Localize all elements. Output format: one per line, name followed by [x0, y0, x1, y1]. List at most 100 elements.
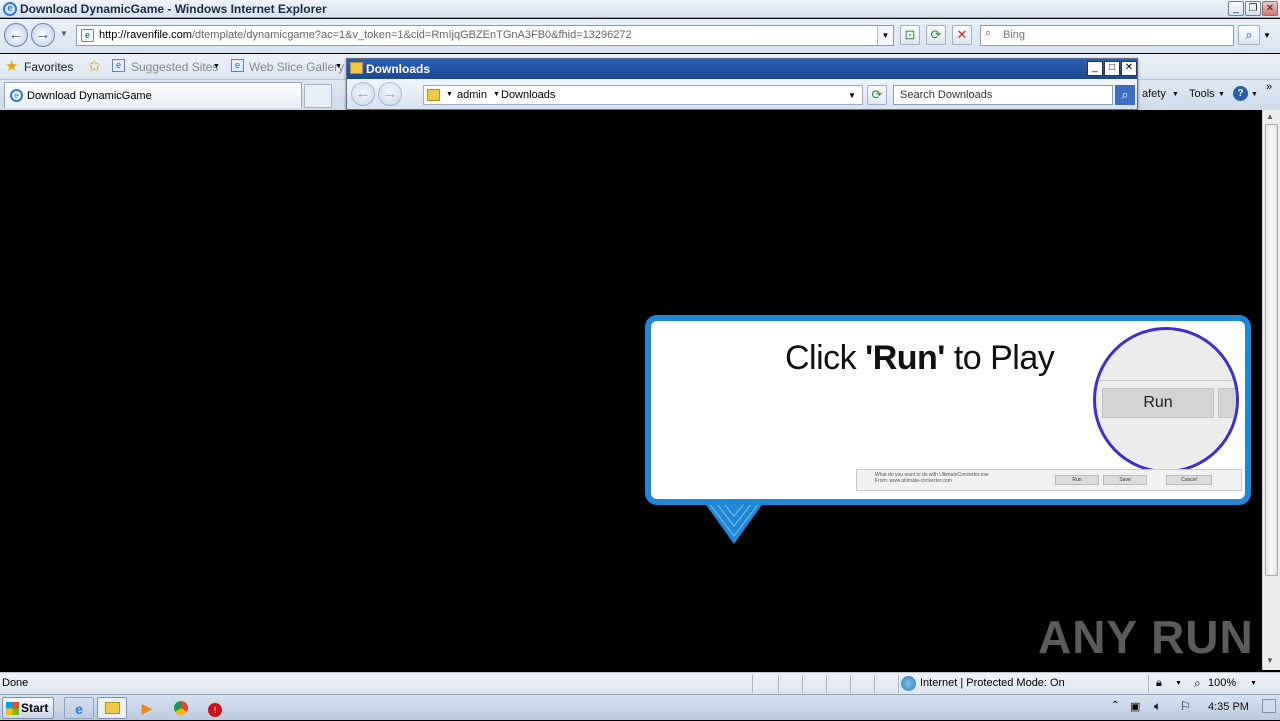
- stop-button[interactable]: ✕: [952, 25, 972, 45]
- status-separator: [752, 675, 753, 693]
- minimize-button[interactable]: _: [1228, 1, 1244, 16]
- path-chevron-icon[interactable]: ▼: [493, 91, 500, 98]
- new-tab-button[interactable]: [304, 84, 332, 108]
- status-separator: [802, 675, 803, 693]
- mini-download-dialog: What do you want to do with UltimateConv…: [856, 469, 1242, 491]
- start-button[interactable]: Start: [2, 697, 54, 719]
- status-separator: [898, 675, 899, 693]
- tools-menu[interactable]: Tools: [1189, 88, 1215, 100]
- help-icon[interactable]: ?: [1233, 86, 1248, 101]
- folder-icon: [350, 62, 363, 74]
- forward-button[interactable]: →: [31, 23, 55, 47]
- downloads-refresh-button[interactable]: ⟳: [867, 85, 887, 105]
- tray-volume-icon[interactable]: 🔈︎: [1154, 699, 1161, 714]
- start-label: Start: [21, 701, 49, 715]
- scroll-up-icon[interactable]: ▲: [1266, 112, 1274, 121]
- zoom-icon[interactable]: ⌕: [1194, 676, 1201, 691]
- address-toolbar: ← → ▼ e http://ravenfile.com/dtemplate/d…: [0, 19, 1280, 53]
- downloads-address-bar[interactable]: ▼ admin ▼ Downloads ▼: [423, 85, 863, 105]
- search-button[interactable]: ⌕: [1238, 25, 1260, 45]
- suggested-sites-link[interactable]: Suggested Sites: [131, 60, 218, 74]
- help-dropdown-icon[interactable]: ▼: [1251, 91, 1258, 98]
- window-title: Download DynamicGame - Windows Internet …: [20, 2, 327, 16]
- safety-dropdown-icon[interactable]: ▼: [1172, 91, 1179, 98]
- favorites-button[interactable]: Favorites: [24, 60, 73, 74]
- web-slice-icon: e: [231, 59, 244, 72]
- save-button-illustration: [1218, 388, 1236, 418]
- tray-expand-icon[interactable]: ⌃: [1111, 700, 1119, 711]
- downloads-forward-button[interactable]: →: [378, 82, 402, 106]
- search-options-icon[interactable]: ▼: [1263, 31, 1271, 40]
- run-button-illustration: Run: [1102, 388, 1214, 418]
- tab-page-icon: e: [10, 89, 23, 102]
- recent-pages-icon[interactable]: ▼: [60, 29, 68, 38]
- taskbar-explorer-icon[interactable]: [97, 697, 127, 719]
- tools-dropdown-icon[interactable]: ▼: [1218, 91, 1225, 98]
- downloads-window[interactable]: Downloads _ □ ✕ ← → ▼ admin ▼ Downloads …: [346, 58, 1138, 110]
- restore-button[interactable]: ❐: [1245, 1, 1261, 16]
- safety-menu[interactable]: afety: [1142, 88, 1166, 100]
- downloads-close-button[interactable]: ✕: [1121, 61, 1137, 76]
- scroll-thumb[interactable]: [1265, 124, 1278, 576]
- protected-mode-dropdown-icon[interactable]: ▼: [1175, 680, 1182, 687]
- compatibility-view-button[interactable]: ⊡: [900, 25, 920, 45]
- downloads-navbar: ← → ▼ admin ▼ Downloads ▼ ⟳ Search Downl…: [347, 79, 1137, 109]
- tray-network-icon[interactable]: ▣: [1130, 700, 1140, 713]
- title-bar: e Download DynamicGame - Windows Interne…: [0, 0, 1280, 18]
- vertical-scrollbar[interactable]: ▲ ▼: [1262, 110, 1280, 670]
- downloads-back-button[interactable]: ←: [351, 82, 375, 106]
- chevron-more-icon[interactable]: »: [1266, 81, 1272, 93]
- downloads-search-icon[interactable]: ⌕: [1115, 85, 1135, 105]
- taskbar-ie-icon[interactable]: e: [64, 697, 94, 719]
- show-desktop-button[interactable]: [1262, 699, 1276, 713]
- suggested-sites-dropdown-icon[interactable]: ▼: [213, 63, 220, 70]
- path-downloads[interactable]: Downloads: [501, 89, 555, 101]
- suggested-sites-icon: e: [112, 59, 125, 72]
- mini-dialog-line2: From: www.ultimate-converter.com: [875, 478, 952, 484]
- path-dropdown-icon[interactable]: ▼: [848, 91, 856, 100]
- downloads-minimize-button[interactable]: _: [1087, 61, 1103, 76]
- web-slice-gallery-link[interactable]: Web Slice Gallery: [249, 60, 344, 74]
- zoom-dropdown-icon[interactable]: ▼: [1250, 680, 1257, 687]
- mini-cancel-button: Cancel: [1166, 475, 1212, 485]
- taskbar-opera-icon[interactable]: !: [200, 697, 230, 719]
- tab-download-dynamicgame[interactable]: e Download DynamicGame: [4, 82, 302, 108]
- security-zone-text[interactable]: Internet | Protected Mode: On: [920, 677, 1065, 689]
- mini-dialog-text: What do you want to do with UltimateConv…: [875, 472, 989, 484]
- internet-zone-icon: [901, 676, 916, 691]
- scroll-down-icon[interactable]: ▼: [1266, 656, 1274, 665]
- back-button[interactable]: ←: [4, 23, 28, 47]
- path-admin[interactable]: admin: [457, 89, 487, 101]
- banner-run-text: 'Run': [865, 339, 945, 377]
- address-bar[interactable]: e http://ravenfile.com/dtemplate/dynamic…: [76, 25, 894, 46]
- tray-flag-icon[interactable]: ⚐: [1180, 699, 1191, 713]
- taskbar-clock[interactable]: 4:35 PM: [1208, 701, 1249, 713]
- path-chevron-icon[interactable]: ▼: [446, 91, 453, 98]
- zoom-level[interactable]: 100%: [1208, 677, 1236, 689]
- taskbar-media-player-icon[interactable]: ▶: [132, 697, 162, 719]
- downloads-maximize-button[interactable]: □: [1104, 61, 1120, 76]
- url-path: /dtemplate/dynamicgame?ac=1&v_token=1&ci…: [191, 29, 632, 41]
- run-instruction-banner: Click 'Run' to Play Run What do you want…: [645, 315, 1251, 505]
- magnifier-divider: [1096, 380, 1236, 381]
- downloads-title-bar[interactable]: Downloads _ □ ✕: [347, 59, 1137, 79]
- ie-logo-icon: e: [3, 2, 17, 16]
- address-dropdown-icon[interactable]: ▼: [877, 26, 893, 45]
- anyrun-watermark: ANY RUN: [1038, 611, 1254, 663]
- run-magnifier-circle: Run: [1093, 327, 1239, 473]
- protected-mode-icon[interactable]: 🔒︎: [1156, 677, 1162, 690]
- search-input[interactable]: ⌕ Bing: [980, 25, 1234, 46]
- url-domain: http://ravenfile.com: [99, 29, 192, 41]
- status-separator: [1148, 675, 1149, 693]
- status-separator: [850, 675, 851, 693]
- banner-click-text: Click: [785, 339, 866, 377]
- refresh-button[interactable]: ⟳: [926, 25, 946, 45]
- downloads-search-input[interactable]: Search Downloads: [893, 85, 1113, 105]
- status-bar: Done Internet | Protected Mode: On 🔒︎ ▼ …: [0, 672, 1280, 694]
- path-folder-icon: [427, 89, 440, 101]
- web-slice-dropdown-icon[interactable]: ▼: [335, 63, 342, 70]
- taskbar: Start e ▶ ! ⌃ ▣ 🔈︎ ⚐ 4:35 PM: [0, 694, 1280, 720]
- add-to-favorites-icon[interactable]: ✩: [88, 57, 101, 75]
- close-button[interactable]: ✕: [1262, 1, 1278, 16]
- taskbar-chrome-icon[interactable]: [166, 697, 196, 719]
